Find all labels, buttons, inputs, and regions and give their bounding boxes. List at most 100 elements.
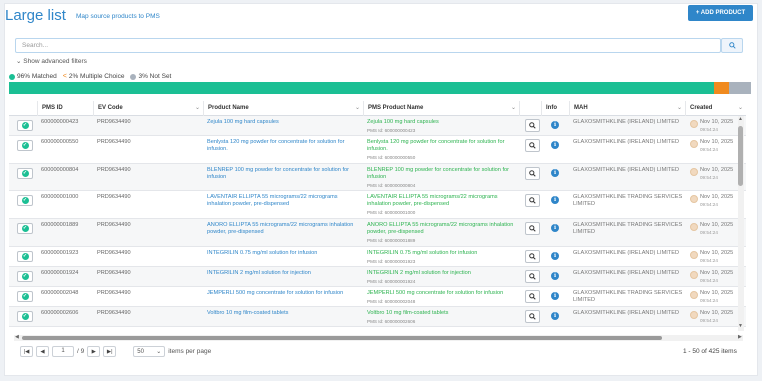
check-circle-icon: ✓	[21, 142, 29, 149]
cell-product-name[interactable]: JEMPERLI 500 mg concentrate for solution…	[207, 290, 359, 297]
pms-product-name[interactable]: BLENREP 100 mg powder for concentrate fo…	[367, 167, 509, 180]
search-pms-button[interactable]	[525, 119, 540, 132]
info-icon[interactable]: i	[551, 196, 559, 204]
scroll-up-icon[interactable]: ▲	[738, 116, 743, 122]
pms-product-name[interactable]: Zejula 100 mg hard capsules	[367, 119, 439, 125]
search-pms-button[interactable]	[525, 250, 540, 263]
pms-product-name[interactable]: INTEGRILIN 0.75 mg/ml solution for infus…	[367, 250, 477, 256]
info-icon[interactable]: i	[551, 121, 559, 129]
search-pms-button[interactable]	[525, 194, 540, 207]
page-input[interactable]: 1	[52, 346, 74, 357]
page-size-select[interactable]: 50 ⌄	[133, 346, 166, 357]
cell-mah: GLAXOSMITHKLINE TRADING SERVICES LIMITED	[573, 290, 683, 303]
magnifier-icon	[529, 273, 536, 280]
table-row[interactable]: ✓ 600000002606 PRD9634490 Voltbro 10 mg fil…	[9, 307, 746, 327]
magnifier-icon	[529, 293, 536, 300]
cell-product-name[interactable]: Benlysta 120 mg powder for concentrate f…	[207, 139, 359, 153]
cell-pms-product: Zejula 100 mg hard capsules PMS Id: 60000…	[367, 119, 517, 134]
search-pms-button[interactable]	[525, 222, 540, 235]
match-button[interactable]: ✓	[17, 291, 33, 302]
search-pms-button[interactable]	[525, 139, 540, 152]
first-page-button[interactable]: |◀	[20, 346, 33, 357]
search-input[interactable]: Search...	[15, 38, 721, 53]
header-pms-product-name[interactable]: PMS Product Name ⌄	[363, 101, 519, 116]
table-row[interactable]: ✓ 600000000423 PRD9634490 Zejula 100 mg har…	[9, 116, 746, 136]
cell-product-name[interactable]: Voltbro 10 mg film-coated tablets	[207, 310, 359, 317]
magnifier-icon	[529, 197, 536, 204]
pms-product-name[interactable]: Benlysta 120 mg powder for concentrate f…	[367, 139, 504, 152]
table-row[interactable]: ✓ 600000001924 PRD9634490 INTEGRILIN 2 mg/m…	[9, 267, 746, 287]
add-product-button[interactable]: + ADD PRODUCT	[688, 5, 753, 21]
last-page-button[interactable]: ▶|	[103, 346, 117, 357]
created-date: Nov 10, 2025	[700, 222, 734, 228]
cell-product-name[interactable]: ANORO ELLIPTA 55 micrograms/22 microgram…	[207, 222, 359, 236]
grid-header: PMS ID EV Code ⌄ Product Name ⌄ PMS Produc…	[9, 101, 746, 116]
match-button[interactable]: ✓	[17, 223, 33, 234]
header-mah[interactable]: MAH ⌄	[569, 101, 685, 116]
cell-product-name[interactable]: BLENREP 100 mg powder for concentrate fo…	[207, 167, 359, 181]
search-button[interactable]	[721, 38, 743, 53]
pms-product-name[interactable]: Voltbro 10 mg film-coated tablets	[367, 310, 448, 316]
check-circle-icon: ✓	[21, 122, 29, 129]
info-icon[interactable]: i	[551, 292, 559, 300]
search-pms-button[interactable]	[525, 167, 540, 180]
cell-created: Nov 10, 2025 09:54:24	[690, 194, 733, 208]
header-product-name[interactable]: Product Name ⌄	[203, 101, 363, 116]
cell-product-name[interactable]: Zejula 100 mg hard capsules	[207, 119, 359, 126]
match-button[interactable]: ✓	[17, 251, 33, 262]
search-pms-button[interactable]	[525, 310, 540, 323]
header-pms-id[interactable]: PMS ID	[37, 101, 93, 116]
check-circle-icon: ✓	[21, 313, 29, 320]
info-icon[interactable]: i	[551, 312, 559, 320]
info-icon[interactable]: i	[551, 252, 559, 260]
scroll-down-icon[interactable]: ▼	[738, 323, 743, 329]
table-row[interactable]: ✓ 600000000804 PRD9634490 BLENREP 100 mg po…	[9, 164, 746, 191]
pms-product-name[interactable]: ANORO ELLIPTA 55 micrograms/22 microgram…	[367, 222, 513, 235]
match-button[interactable]: ✓	[17, 195, 33, 206]
pms-product-name[interactable]: LAVENTAIR ELLIPTA 55 micrograms/22 micro…	[367, 194, 498, 207]
horizontal-scrollbar-thumb[interactable]	[22, 336, 662, 340]
pms-product-name[interactable]: INTEGRILIN 2 mg/ml solution for injectio…	[367, 270, 471, 276]
scroll-left-icon[interactable]: ◀	[15, 334, 19, 340]
cell-created: Nov 10, 2025 09:54:24	[690, 290, 733, 304]
search-pms-button[interactable]	[525, 270, 540, 283]
table-row[interactable]: ✓ 600000000550 PRD9634490 Benlysta 120 mg p…	[9, 136, 746, 164]
table-row[interactable]: ✓ 600000002048 PRD9634490 JEMPERLI 500 mg c…	[9, 287, 746, 307]
cell-pms-product: INTEGRILIN 2 mg/ml solution for injectio…	[367, 270, 517, 285]
advanced-filters-toggle[interactable]: ⌄ Show advanced filters	[16, 57, 87, 65]
cell-product-name[interactable]: LAVENTAIR ELLIPTA 55 micrograms/22 micro…	[207, 194, 359, 208]
header-ev-code[interactable]: EV Code ⌄	[93, 101, 203, 116]
chevron-down-icon: ⌄	[156, 349, 162, 355]
created-date: Nov 10, 2025	[700, 167, 734, 173]
match-button[interactable]: ✓	[17, 311, 33, 322]
info-icon[interactable]: i	[551, 272, 559, 280]
header-created[interactable]: Created ⌄	[685, 101, 746, 116]
search-pms-button[interactable]	[525, 290, 540, 303]
vertical-scrollbar-thumb[interactable]	[738, 126, 743, 186]
info-icon[interactable]: i	[551, 141, 559, 149]
pager: |◀ ◀ 1 / 9 ▶ ▶| 50 ⌄ items per page	[20, 346, 211, 357]
prev-page-button[interactable]: ◀	[36, 346, 49, 357]
cell-mah: GLAXOSMITHKLINE (IRELAND) LIMITED	[573, 139, 679, 145]
items-info: 1 - 50 of 425 items	[683, 348, 737, 355]
info-icon[interactable]: i	[551, 224, 559, 232]
check-circle-icon	[9, 73, 15, 80]
scroll-right-icon[interactable]: ▶	[738, 334, 742, 340]
magnifier-icon	[529, 122, 536, 129]
match-button[interactable]: ✓	[17, 271, 33, 282]
match-button[interactable]: ✓	[17, 140, 33, 151]
cell-pms-id: 600000000423	[41, 119, 79, 125]
match-button[interactable]: ✓	[17, 168, 33, 179]
created-time: 09:54:24	[700, 175, 718, 180]
table-row[interactable]: ✓ 600000001889 PRD9634490 ANORO ELLIPTA 55 …	[9, 219, 746, 247]
match-button[interactable]: ✓	[17, 120, 33, 131]
pms-product-name[interactable]: JEMPERLI 500 mg concentrate for solution…	[367, 290, 503, 296]
next-page-button[interactable]: ▶	[87, 346, 101, 357]
cell-product-name[interactable]: INTEGRILIN 0.75 mg/ml solution for infus…	[207, 250, 359, 257]
info-icon[interactable]: i	[551, 169, 559, 177]
table-row[interactable]: ✓ 600000001000 PRD9634490 LAVENTAIR ELLIPTA…	[9, 191, 746, 219]
magnifier-icon	[529, 170, 536, 177]
table-row[interactable]: ✓ 600000001923 PRD9634490 INTEGRILIN 0.75 m…	[9, 247, 746, 267]
cell-product-name[interactable]: INTEGRILIN 2 mg/ml solution for injectio…	[207, 270, 359, 277]
header-info[interactable]: Info	[541, 101, 569, 116]
